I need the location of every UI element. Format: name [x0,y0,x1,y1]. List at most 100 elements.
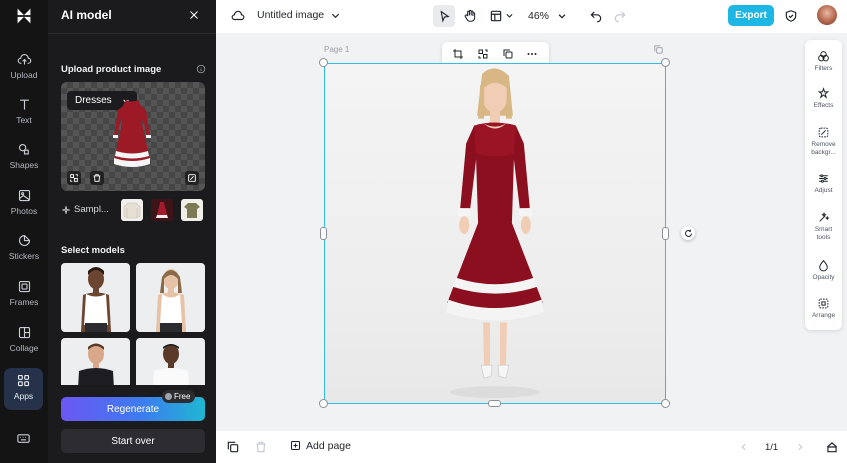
samples-button[interactable]: Sampl... [61,204,109,215]
duplicate-page-icon[interactable] [226,440,240,454]
rail-item-label: Upload [10,70,38,80]
add-page-label: Add page [306,440,351,452]
undo-icon[interactable] [589,9,603,23]
cloud-upload-icon [17,53,31,65]
avatar[interactable] [817,5,837,25]
cloud-save-icon[interactable] [231,9,245,23]
chevron-down-icon[interactable] [557,11,567,21]
resize-handle-top-left[interactable] [319,58,328,67]
select-tool-button[interactable] [433,5,455,27]
samples-row: Sampl... [61,199,209,223]
rail-item-label: Shapes [9,160,39,170]
rail-item-collage[interactable]: Collage [0,320,48,362]
edit-image-icon [188,174,196,182]
document-title[interactable]: Untitled image [257,9,324,21]
top-bar: Untitled image 46% Export [216,0,847,33]
rail-item-text[interactable]: Text [0,92,48,134]
tool-opacity[interactable]: Opacity [805,259,842,282]
rail-item-label: Text [16,115,32,125]
models-grid [61,263,206,385]
tool-label: Filters [814,65,833,72]
rail-item-apps[interactable]: Apps [4,368,43,410]
tool-effects[interactable]: Effects [805,87,842,110]
effects-icon [817,87,830,99]
resize-handle-bottom-right[interactable] [661,399,670,408]
product-image-preview[interactable]: Dresses [61,82,205,191]
models-section-label: Select models [61,245,125,256]
hand-icon[interactable] [463,9,477,23]
start-over-button[interactable]: Start over [61,429,205,453]
free-badge-label: Free [174,392,191,401]
tool-smart-tools[interactable]: Smart tools [805,211,842,241]
next-page-icon[interactable] [795,442,805,452]
rail-item-upload[interactable]: Upload [0,47,48,89]
tool-arrange[interactable]: Arrange [805,297,842,320]
text-icon [19,99,29,110]
shield-icon[interactable] [784,9,798,23]
rail-item-shapes[interactable]: Shapes [0,137,48,179]
layers-icon[interactable] [502,48,514,60]
rail-item-label: Apps [13,391,34,401]
resize-handle-left[interactable] [320,227,327,240]
redo-icon[interactable] [613,9,627,23]
frames-icon [18,280,30,293]
rail-item-photos[interactable]: Photos [0,183,48,225]
tool-adjust[interactable]: Adjust [805,172,842,195]
export-button[interactable]: Export [728,5,774,26]
product-dress-image [113,100,151,167]
replace-image-button[interactable] [67,171,81,185]
model-card[interactable] [61,263,130,332]
model-card[interactable] [136,263,205,332]
resize-handle-bottom-left[interactable] [319,399,328,408]
filters-icon [818,51,829,62]
rotate-button[interactable] [681,226,695,240]
info-icon[interactable] [196,64,206,74]
tool-label: Remove [811,141,836,148]
regenerate-label: Regenerate [106,403,160,415]
stickers-icon [18,234,30,247]
delete-image-button[interactable] [90,171,104,185]
left-rail: Upload Text Shapes Photos Stickers Frame… [0,0,48,463]
resize-handle-bottom[interactable] [488,400,501,407]
crop-icon[interactable] [452,48,464,60]
tool-filters[interactable]: Filters [805,50,842,73]
trash-icon[interactable] [254,440,268,454]
credit-icon [165,393,172,400]
page-manager-icon[interactable] [825,440,839,454]
tshirt-image [184,203,200,218]
rail-item-stickers[interactable]: Stickers [0,228,48,270]
adjust-icon [819,174,828,183]
previous-page-icon[interactable] [739,442,749,452]
keyboard-shortcuts-icon[interactable] [16,431,31,446]
panel-divider [48,33,216,34]
tool-label-line2: backgr... [811,148,836,156]
bottom-bar: Add page 1/1 [216,431,847,463]
zoom-level[interactable]: 46% [528,10,549,22]
collage-icon [18,326,30,339]
rail-item-frames[interactable]: Frames [0,274,48,316]
model-card[interactable] [61,338,130,385]
add-page-button[interactable]: Add page [290,440,351,452]
samples-label: Sampl... [74,204,109,215]
chevron-down-icon[interactable] [330,10,341,21]
resize-handle-top-right[interactable] [661,58,670,67]
close-icon[interactable] [188,9,200,21]
add-page-icon [291,441,300,450]
edit-image-button[interactable] [185,171,199,185]
app-logo-icon[interactable] [13,5,35,27]
model-card[interactable] [136,338,205,385]
resize-handle-right[interactable] [662,227,669,240]
sample-dress-thumb[interactable] [151,199,173,221]
duplicate-page-icon[interactable] [653,44,664,55]
replace-icon[interactable] [477,48,489,60]
model-image [156,269,186,332]
tool-remove-background[interactable]: Remove backgr... [805,126,842,156]
more-icon[interactable] [526,48,538,60]
layout-icon[interactable] [489,9,503,23]
selected-image[interactable] [324,63,666,404]
opacity-icon [819,259,828,272]
cursor-icon [439,9,450,23]
sample-tshirt-thumb[interactable] [181,199,203,221]
chevron-down-icon[interactable] [505,11,514,20]
sample-sweater-thumb[interactable] [121,199,143,221]
